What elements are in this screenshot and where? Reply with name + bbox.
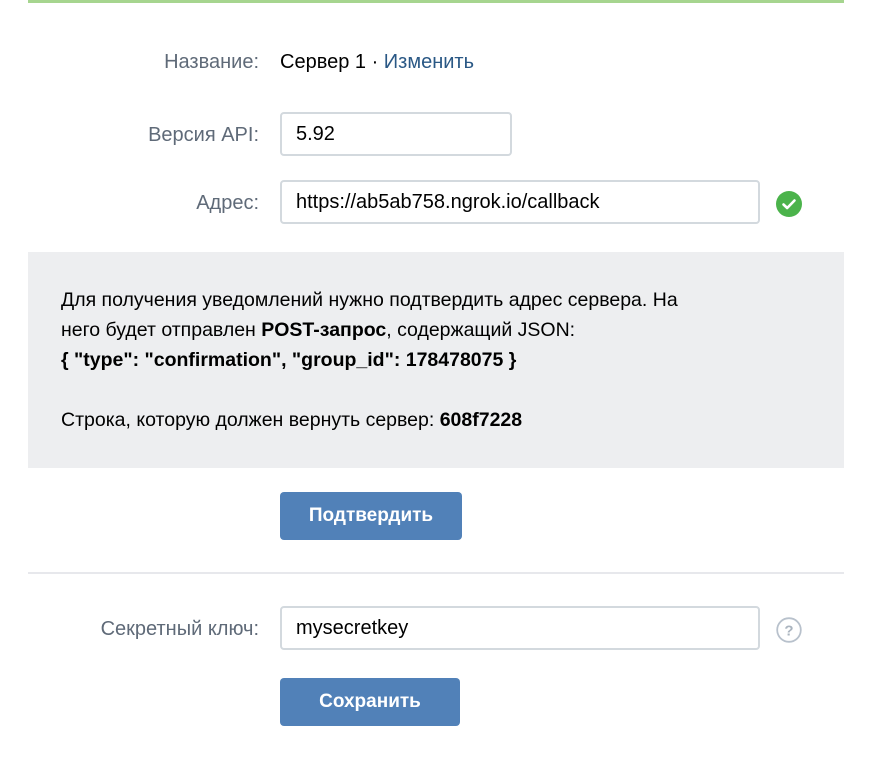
section-divider <box>28 572 844 574</box>
return-string-line: Строка, которую должен вернуть сервер: 6… <box>61 409 523 431</box>
top-success-border <box>28 0 844 3</box>
api-version-field[interactable] <box>280 112 512 156</box>
secret-key-field[interactable] <box>280 606 760 650</box>
change-name-link[interactable]: Изменить <box>384 51 474 73</box>
name-separator: · <box>366 51 384 73</box>
question-circle-icon[interactable]: ? <box>776 617 802 643</box>
json-payload: { "type": "confirmation", "group_id": 17… <box>61 349 517 371</box>
secret-key-label: Секретный ключ: <box>100 618 259 640</box>
confirm-button[interactable]: Подтвердить <box>280 492 462 540</box>
name-value-group: Сервер 1 · Изменить <box>280 51 474 74</box>
return-code: 608f7228 <box>439 409 523 431</box>
api-version-label: Версия API: <box>148 124 259 146</box>
info-line-2: него будет отправлен POST-запрос, содерж… <box>61 319 576 341</box>
post-request-text: POST-запрос <box>261 319 387 341</box>
address-label: Адрес: <box>196 192 259 214</box>
name-row: Название: Сервер 1 · Изменить <box>0 40 872 88</box>
info-line-1: Для получения уведомлений нужно подтверд… <box>61 289 678 311</box>
api-version-row: Версия API: <box>0 110 872 158</box>
address-row: Адрес: <box>0 178 872 226</box>
name-label: Название: <box>164 51 259 73</box>
save-button[interactable]: Сохранить <box>280 678 460 726</box>
server-name: Сервер 1 <box>280 51 367 73</box>
confirmation-info-panel: Для получения уведомлений нужно подтверд… <box>28 252 844 468</box>
svg-text:?: ? <box>784 623 793 640</box>
check-circle-icon <box>776 191 802 217</box>
address-field[interactable] <box>280 180 760 224</box>
secret-key-row: Секретный ключ: ? <box>0 604 872 652</box>
